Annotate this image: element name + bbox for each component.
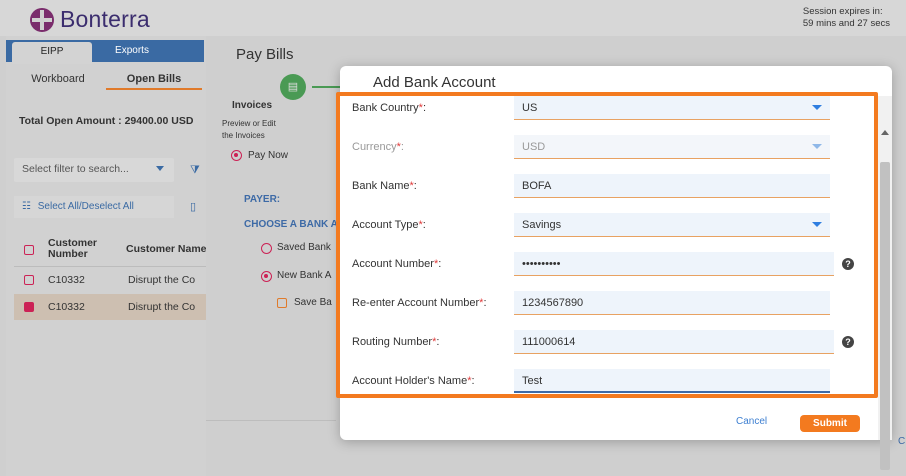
session-timer: Session expires in: 59 mins and 27 secs <box>803 6 890 30</box>
chevron-down-icon <box>812 144 822 149</box>
pay-now-radio[interactable] <box>231 150 242 161</box>
scrollbar-thumb[interactable] <box>880 162 890 470</box>
account-number-help-icon[interactable]: ? <box>842 258 854 270</box>
invoices-step-sub2: the Invoices <box>222 131 265 140</box>
total-open-amount: Total Open Amount : 29400.00 USD <box>19 115 194 127</box>
reenter-account-number-input[interactable]: 1234567890 <box>514 291 830 315</box>
top-bar: Bonterra Session expires in: 59 mins and… <box>0 0 906 36</box>
row-customer-number: C10332 <box>48 301 85 313</box>
account-holder-name-label: Account Holder's Name*: <box>352 375 475 387</box>
bonterra-logo-icon <box>30 7 54 32</box>
top-tabs: EIPP Exports <box>6 40 204 64</box>
currency-label: Currency*: <box>352 141 404 153</box>
modal-title: Add Bank Account <box>373 74 496 91</box>
filter-select[interactable]: Select filter to search... <box>14 158 174 182</box>
account-type-label: Account Type*: <box>352 219 426 231</box>
row-checkbox-checked[interactable] <box>24 302 34 312</box>
account-type-select[interactable]: Savings <box>514 213 830 237</box>
bank-country-value: US <box>522 102 538 114</box>
saved-bank-radio[interactable] <box>261 243 272 254</box>
brand-name: Bonterra <box>60 6 150 32</box>
select-all-button[interactable]: ☷ Select All/Deselect All <box>14 196 174 218</box>
routing-number-input[interactable]: 111000614 <box>514 330 834 354</box>
save-bank-label: Save Ba <box>294 297 332 308</box>
saved-bank-label: Saved Bank <box>277 242 331 253</box>
step-connector <box>312 86 340 88</box>
new-bank-label: New Bank A <box>277 270 332 281</box>
choose-bank-label: CHOOSE A BANK A <box>244 219 338 230</box>
routing-number-help-icon[interactable]: ? <box>842 336 854 348</box>
currency-value: USD <box>522 141 546 153</box>
bank-country-select[interactable]: US <box>514 96 830 120</box>
divider <box>206 420 336 421</box>
row-customer-name: Disrupt the Co <box>128 274 196 286</box>
chevron-down-icon <box>156 166 164 171</box>
chevron-down-icon <box>812 105 822 110</box>
partial-link[interactable]: C <box>898 436 905 447</box>
brand-logo: Bonterra <box>30 6 150 33</box>
row-divider <box>14 266 206 267</box>
select-all-checkbox[interactable] <box>24 245 34 255</box>
save-bank-checkbox[interactable] <box>277 298 287 308</box>
bank-country-label: Bank Country*: <box>352 102 426 114</box>
scrollbar-track[interactable] <box>878 96 892 470</box>
tab-eipp[interactable]: EIPP <box>12 42 92 64</box>
sub-tabs: Workboard Open Bills <box>10 70 206 90</box>
account-holder-name-input[interactable]: Test <box>514 369 830 393</box>
cancel-button[interactable]: Cancel <box>736 416 767 427</box>
row-checkbox[interactable] <box>24 275 34 285</box>
new-bank-radio[interactable] <box>261 271 272 282</box>
submit-button[interactable]: Submit <box>800 415 860 432</box>
session-remaining: 59 mins and 27 secs <box>802 18 890 29</box>
pay-now-label: Pay Now <box>248 150 289 161</box>
tab-open-bills[interactable]: Open Bills <box>106 70 202 90</box>
filter-icon[interactable]: ⧩ <box>190 164 200 177</box>
session-label: Session expires in: <box>802 6 883 17</box>
account-number-label: Account Number*: <box>352 258 442 270</box>
select-all-label: Select All/Deselect All <box>37 201 134 212</box>
chevron-down-icon <box>812 222 822 227</box>
row-customer-name: Disrupt the Co <box>128 301 196 313</box>
reenter-account-number-label: Re-enter Account Number*: <box>352 297 487 309</box>
tab-workboard[interactable]: Workboard <box>10 70 106 90</box>
scroll-up-arrow-icon[interactable] <box>881 130 889 135</box>
bank-name-label: Bank Name*: <box>352 180 417 192</box>
routing-number-label: Routing Number*: <box>352 336 440 348</box>
account-type-value: Savings <box>522 219 562 231</box>
page-title: Pay Bills <box>236 46 294 63</box>
document-icon[interactable]: ▯ <box>190 200 196 213</box>
tab-exports[interactable]: Exports <box>92 40 172 62</box>
account-number-input[interactable]: •••••••••• <box>514 252 834 276</box>
invoices-step-title: Invoices <box>232 100 273 111</box>
filter-placeholder: Select filter to search... <box>22 163 129 175</box>
bank-name-input[interactable]: BOFA <box>514 174 830 198</box>
select-all-icon: ☷ <box>22 201 31 212</box>
invoice-step-icon: ▤ <box>280 74 306 100</box>
currency-select[interactable]: USD <box>514 135 830 159</box>
invoices-step-sub1: Preview or Edit <box>222 119 276 128</box>
payer-label: PAYER: <box>244 194 281 205</box>
column-customer-name: Customer Name <box>126 244 206 255</box>
row-customer-number: C10332 <box>48 274 85 286</box>
column-customer-number: Customer Number <box>48 237 98 260</box>
